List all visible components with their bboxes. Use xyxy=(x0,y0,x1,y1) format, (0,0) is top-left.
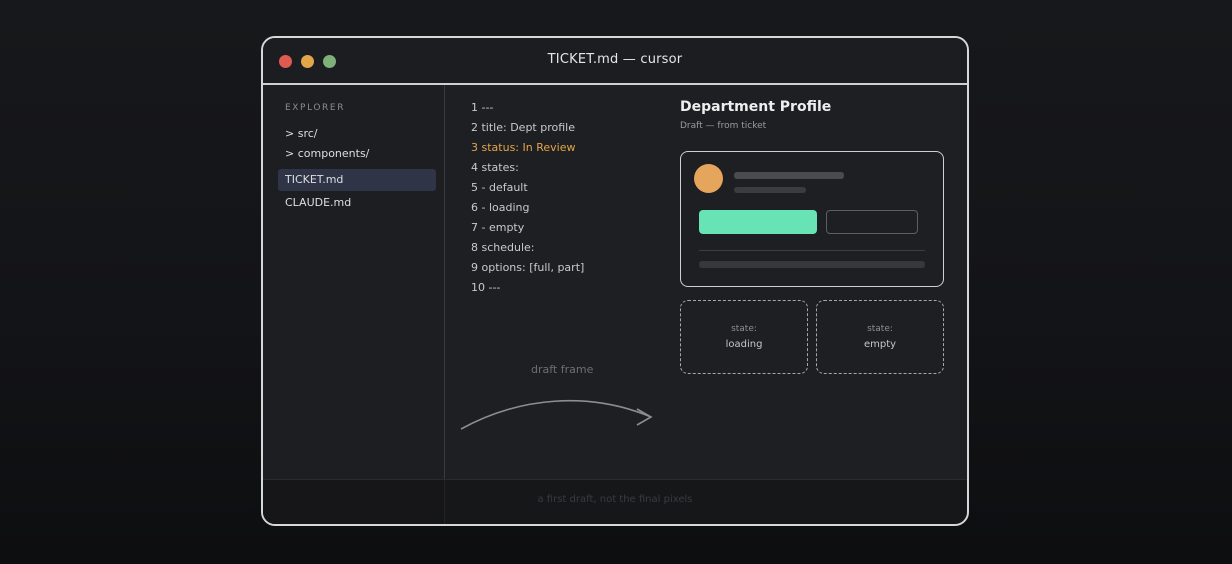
file-claude-md[interactable]: CLAUDE.md xyxy=(278,192,436,214)
window-title: TICKET.md — cursor xyxy=(547,52,683,67)
code-line: 7 - empty xyxy=(471,221,525,234)
footer-caption-bar: a first draft, not the final pixels xyxy=(263,479,967,524)
code-line: 4 states: xyxy=(471,161,519,174)
name-placeholder xyxy=(734,172,844,179)
app-window: TICKET.md — cursor EXPLORER > src/ > com… xyxy=(261,36,969,526)
meta-placeholder xyxy=(734,187,806,193)
code-line: 2 title: Dept profile xyxy=(471,121,575,134)
state-loading-frame: state: loading xyxy=(680,300,808,374)
folder-src[interactable]: > src/ xyxy=(285,127,317,140)
content-placeholder xyxy=(699,261,925,268)
avatar xyxy=(694,164,723,193)
preview-title: Department Profile xyxy=(680,99,832,115)
explorer-sidebar: EXPLORER > src/ > components/ TICKET.md … xyxy=(263,85,445,524)
code-editor[interactable]: 1 --- 2 title: Dept profile 3 status: In… xyxy=(445,85,665,524)
footer-caption: a first draft, not the final pixels xyxy=(537,494,693,505)
state-value: empty xyxy=(863,339,897,350)
code-line: 10 --- xyxy=(471,281,501,294)
code-line: 9 options: [full, part] xyxy=(471,261,585,274)
curved-arrow-icon xyxy=(460,399,653,430)
state-key: state: xyxy=(731,324,757,334)
secondary-button[interactable] xyxy=(826,210,918,234)
code-line-highlighted: 3 status: In Review xyxy=(471,141,576,154)
preview-subtitle: Draft — from ticket xyxy=(680,121,767,131)
primary-button[interactable] xyxy=(699,210,817,234)
file-ticket-md[interactable]: TICKET.md xyxy=(278,169,436,191)
preview-pane: Department Profile Draft — from ticket s… xyxy=(665,85,967,524)
state-key: state: xyxy=(867,324,893,334)
code-line: 8 schedule: xyxy=(471,241,535,254)
state-empty-frame: state: empty xyxy=(816,300,944,374)
explorer-label: EXPLORER xyxy=(285,103,346,113)
profile-card xyxy=(680,151,944,287)
code-line: 5 - default xyxy=(471,181,528,194)
code-line: 1 --- xyxy=(471,101,494,114)
folder-components[interactable]: > components/ xyxy=(285,147,369,160)
state-value: loading xyxy=(725,339,763,350)
draft-frame-annotation: draft frame xyxy=(531,363,594,376)
code-line: 6 - loading xyxy=(471,201,530,214)
card-divider xyxy=(699,250,925,251)
title-bar: TICKET.md — cursor xyxy=(263,38,967,85)
